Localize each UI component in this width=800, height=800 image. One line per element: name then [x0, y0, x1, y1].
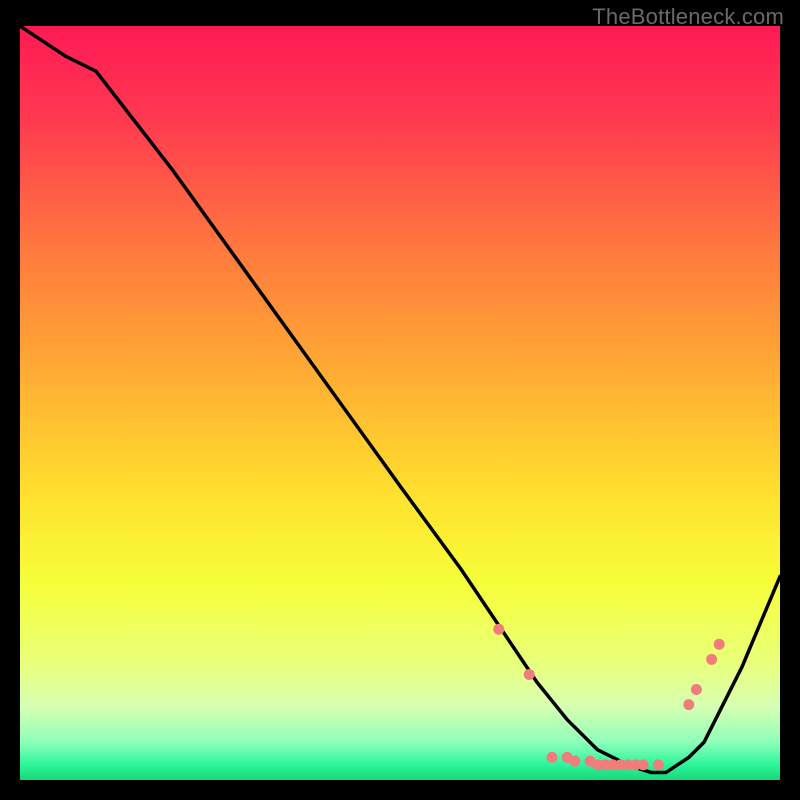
background-gradient	[20, 26, 780, 780]
plot-area	[20, 26, 780, 780]
chart-frame: TheBottleneck.com	[0, 0, 800, 800]
